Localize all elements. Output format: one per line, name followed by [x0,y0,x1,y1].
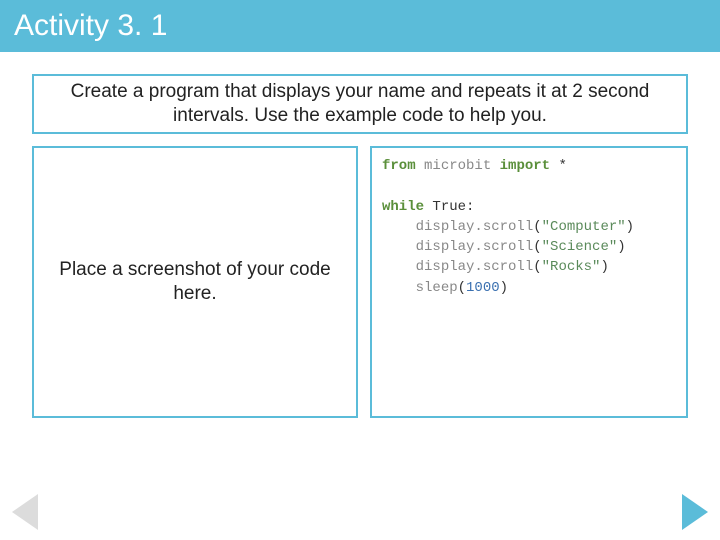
arg-2: "Rocks" [542,259,601,275]
call-3: sleep [416,280,458,296]
mod-microbit: microbit [424,158,491,174]
call-1: display.scroll [416,239,534,255]
cond-true: True [432,199,466,215]
kw-import: import [500,158,550,174]
screenshot-placeholder-box: Place a screenshot of your code here. [32,146,358,418]
num-3: 1000 [466,280,500,296]
instruction-text: Create a program that displays your name… [64,80,656,128]
kw-while: while [382,199,424,215]
star: * [558,158,566,174]
placeholder-text: Place a screenshot of your code here. [52,258,338,306]
kw-from: from [382,158,416,174]
prev-arrow-icon[interactable] [12,494,38,530]
arg-0: "Computer" [542,219,626,235]
activity-title: Activity 3. 1 [14,9,167,43]
call-2: display.scroll [416,259,534,275]
title-bar: Activity 3. 1 [0,0,720,52]
instruction-box: Create a program that displays your name… [32,74,688,134]
colon: : [466,199,474,215]
next-arrow-icon[interactable] [682,494,708,530]
call-0: display.scroll [416,219,534,235]
arg-1: "Science" [542,239,618,255]
example-code-box: from microbit import * while True: displ… [370,146,688,418]
example-code: from microbit import * while True: displ… [382,156,676,298]
